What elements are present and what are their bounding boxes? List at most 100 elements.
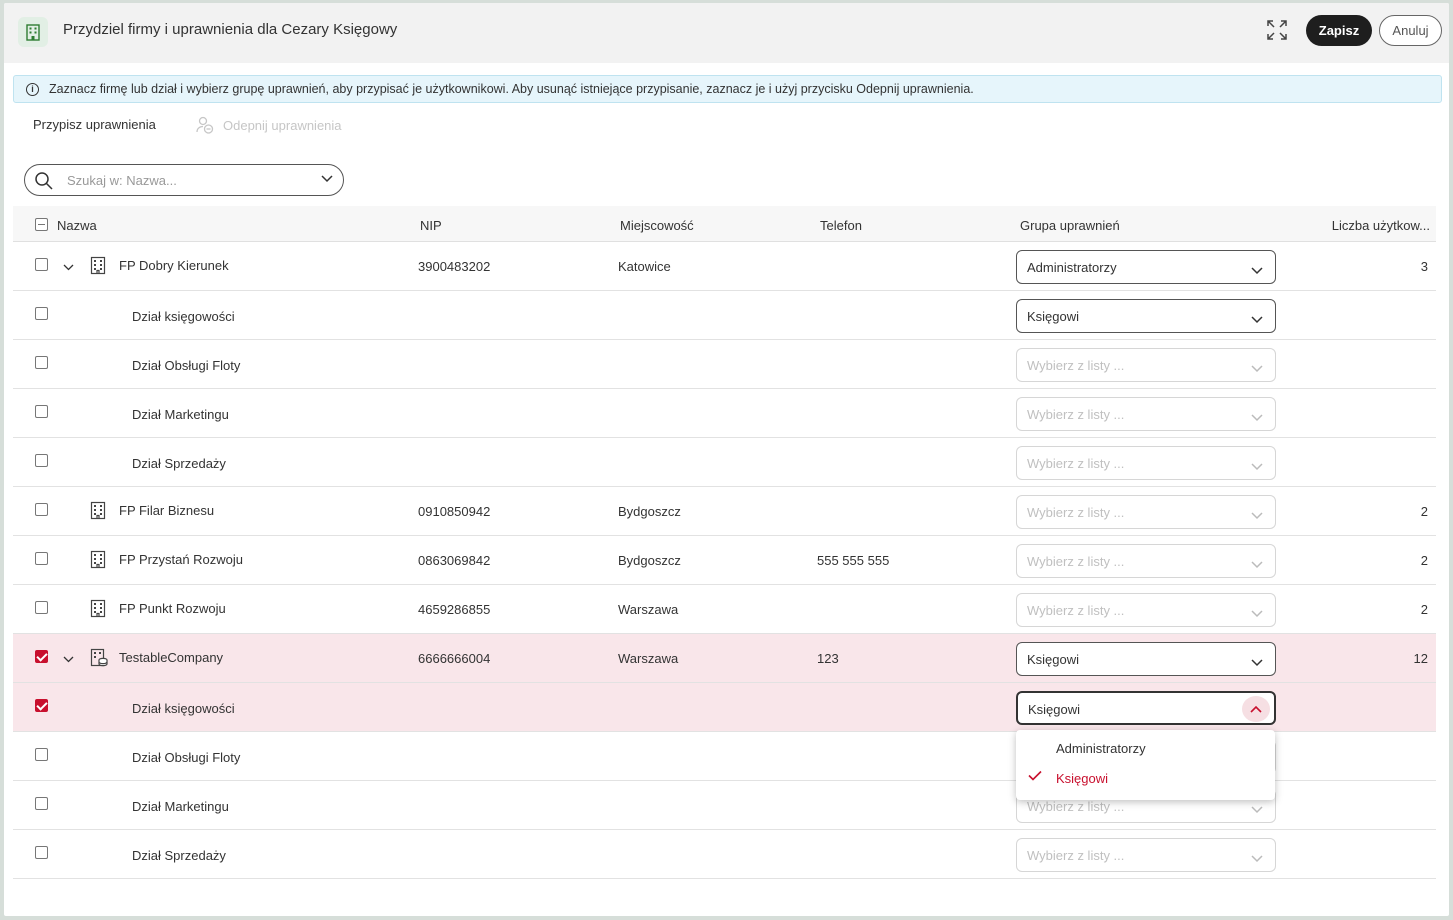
company-row[interactable]: FP Dobry Kierunek 3900483202 Katowice 3 Admi…	[13, 242, 1436, 291]
permission-group-select[interactable]: Księgowi	[1016, 691, 1276, 725]
row-checkbox[interactable]	[35, 846, 48, 859]
permission-group-select[interactable]: Wybierz z listy ...	[1016, 446, 1276, 480]
chevron-down-icon[interactable]	[321, 175, 333, 183]
save-button[interactable]: Zapisz	[1306, 15, 1372, 46]
select-value: Wybierz z listy ...	[1027, 505, 1125, 520]
column-group[interactable]: Grupa uprawnień	[1020, 218, 1120, 233]
unassign-permissions-button[interactable]: Odepnij uprawnienia	[195, 115, 342, 135]
dialog-window: Przydziel firmy i uprawnienia dla Cezary…	[4, 3, 1449, 916]
chevron-down-icon[interactable]	[1251, 655, 1263, 670]
select-value: Księgowi	[1027, 309, 1080, 324]
department-name: Dział Marketingu	[132, 799, 229, 814]
department-row[interactable]: Dział Obsługi Floty Wybierz z listy ...	[13, 340, 1436, 389]
column-nip[interactable]: NIP	[420, 218, 442, 233]
company-row[interactable]: FP Filar Biznesu 0910850942 Bydgoszcz 2 Wybi…	[13, 487, 1436, 536]
select-value: Wybierz z listy ...	[1027, 456, 1125, 471]
chevron-down-icon[interactable]	[1251, 508, 1263, 523]
city-value: Katowice	[618, 259, 671, 274]
info-icon: i	[26, 82, 39, 96]
city-value: Bydgoszcz	[618, 504, 681, 519]
department-name: Dział Obsługi Floty	[132, 750, 241, 765]
chevron-down-icon[interactable]	[1251, 606, 1263, 621]
check-icon	[1028, 770, 1042, 781]
select-value: Wybierz z listy ...	[1027, 603, 1125, 618]
column-city[interactable]: Miejscowość	[620, 218, 694, 233]
permission-group-select[interactable]: Administratorzy	[1016, 250, 1276, 284]
chevron-down-icon[interactable]	[1251, 802, 1263, 817]
permission-group-select[interactable]: Wybierz z listy ...	[1016, 593, 1276, 627]
fullscreen-icon[interactable]	[1266, 19, 1290, 43]
row-checkbox[interactable]	[35, 552, 48, 565]
permission-group-select[interactable]: Księgowi	[1016, 642, 1276, 676]
nip-value: 3900483202	[418, 259, 491, 274]
nip-value: 6666666004	[418, 651, 491, 666]
chevron-up-icon[interactable]	[1242, 696, 1270, 722]
city-value: Bydgoszcz	[618, 553, 681, 568]
row-checkbox[interactable]	[35, 797, 48, 810]
users-count: 12	[1413, 651, 1428, 666]
info-banner: i Zaznacz firmę lub dział i wybierz grup…	[13, 75, 1442, 103]
department-name: Dział Marketingu	[132, 407, 229, 422]
row-checkbox[interactable]	[35, 503, 48, 516]
user-remove-icon	[196, 116, 214, 134]
row-checkbox[interactable]	[35, 307, 48, 320]
building-icon	[90, 550, 108, 570]
dialog-title: Przydziel firmy i uprawnienia dla Cezary…	[63, 21, 398, 38]
row-checkbox[interactable]	[35, 356, 48, 369]
chevron-down-icon[interactable]	[1251, 851, 1263, 866]
permission-group-select[interactable]: Wybierz z listy ...	[1016, 544, 1276, 578]
row-checkbox[interactable]	[35, 405, 48, 418]
row-checkbox[interactable]	[35, 650, 48, 663]
permission-group-select[interactable]: Wybierz z listy ...	[1016, 838, 1276, 872]
department-row[interactable]: Dział Sprzedaży Wybierz z listy ...	[13, 830, 1436, 879]
dropdown-option-administratorzy[interactable]: Administratorzy	[1056, 741, 1146, 756]
row-checkbox[interactable]	[35, 258, 48, 271]
chevron-down-icon[interactable]	[1251, 557, 1263, 572]
department-name: Dział Obsługi Floty	[132, 358, 241, 373]
select-value: Księgowi	[1028, 702, 1081, 717]
nip-value: 0863069842	[418, 553, 491, 568]
search-box[interactable]	[24, 164, 344, 196]
chevron-down-icon[interactable]	[1251, 361, 1263, 376]
assign-permissions-button[interactable]: Przypisz uprawnienia	[33, 117, 156, 132]
chevron-down-icon[interactable]	[1251, 312, 1263, 327]
chevron-down-icon[interactable]	[1251, 263, 1263, 278]
company-row[interactable]: FP Przystań Rozwoju 0863069842 Bydgoszcz 55…	[13, 536, 1436, 585]
row-checkbox[interactable]	[35, 748, 48, 761]
info-text: Zaznacz firmę lub dział i wybierz grupę …	[49, 82, 974, 96]
cancel-button[interactable]: Anuluj	[1379, 15, 1442, 46]
department-row[interactable]: Dział księgowości Księgowi	[13, 683, 1436, 732]
select-all-checkbox[interactable]	[35, 218, 48, 231]
department-row[interactable]: Dział Marketingu Wybierz z listy ...	[13, 389, 1436, 438]
company-row[interactable]: TestableCompany 6666666004 Warszawa 123 12 Ks…	[13, 634, 1436, 683]
select-value: Wybierz z listy ...	[1027, 358, 1125, 373]
chevron-down-icon[interactable]	[1251, 410, 1263, 425]
column-name[interactable]: Nazwa	[57, 218, 97, 233]
expand-chevron-icon[interactable]	[63, 651, 75, 663]
permission-group-select[interactable]: Wybierz z listy ...	[1016, 495, 1276, 529]
column-users[interactable]: Liczba użytkow...	[1332, 218, 1430, 233]
permission-group-select[interactable]: Wybierz z listy ...	[1016, 348, 1276, 382]
select-value: Wybierz z listy ...	[1027, 554, 1125, 569]
column-phone[interactable]: Telefon	[820, 218, 862, 233]
phone-value: 123	[817, 651, 839, 666]
city-value: Warszawa	[618, 602, 679, 617]
row-checkbox[interactable]	[35, 699, 48, 712]
department-name: Dział księgowości	[132, 309, 235, 324]
row-checkbox[interactable]	[35, 601, 48, 614]
search-input[interactable]	[67, 172, 307, 188]
dropdown-option-ksiegowi[interactable]: Księgowi	[1056, 771, 1108, 786]
select-value: Księgowi	[1027, 652, 1080, 667]
company-row[interactable]: FP Punkt Rozwoju 4659286855 Warszawa 2 Wybie…	[13, 585, 1436, 634]
expand-chevron-icon[interactable]	[63, 259, 75, 271]
nip-value: 0910850942	[418, 504, 491, 519]
department-row[interactable]: Dział Sprzedaży Wybierz z listy ...	[13, 438, 1436, 487]
company-name: FP Przystań Rozwoju	[119, 552, 244, 567]
chevron-down-icon[interactable]	[1251, 459, 1263, 474]
table-header: Nazwa NIP Miejscowość Telefon Grupa upra…	[13, 206, 1436, 242]
permission-group-select[interactable]: Wybierz z listy ...	[1016, 397, 1276, 431]
department-row[interactable]: Dział księgowości Księgowi	[13, 291, 1436, 340]
row-checkbox[interactable]	[35, 454, 48, 467]
permission-group-select[interactable]: Księgowi	[1016, 299, 1276, 333]
select-value: Administratorzy	[1027, 260, 1117, 275]
